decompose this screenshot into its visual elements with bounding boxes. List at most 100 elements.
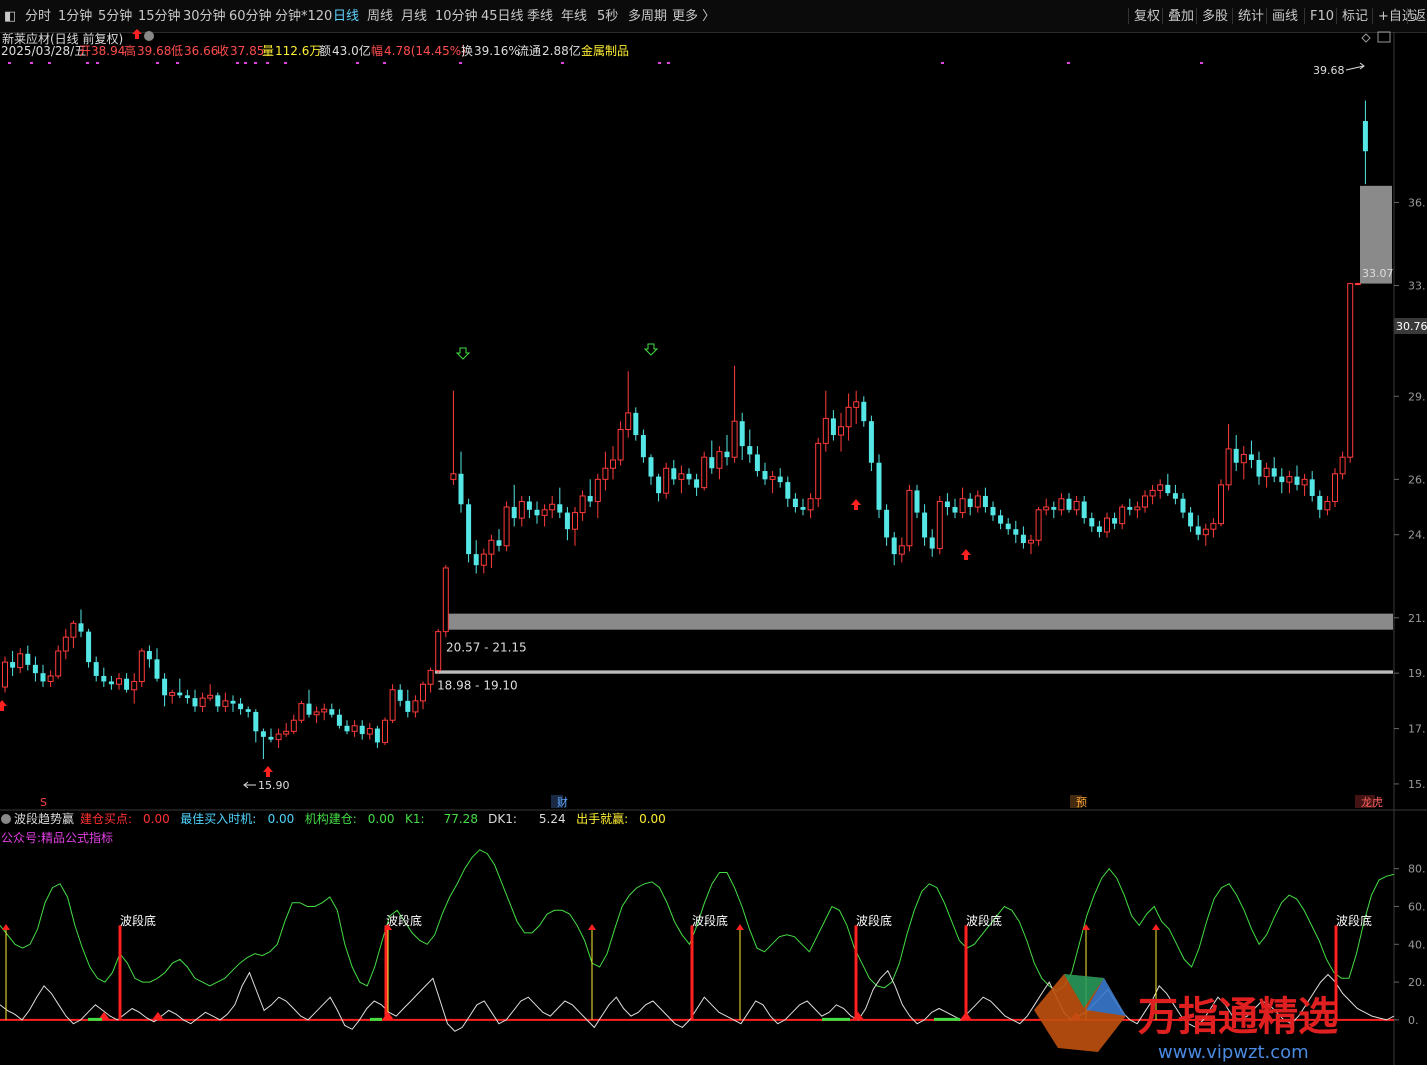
candle-body-154 (1172, 493, 1178, 499)
event-dot-12 (356, 62, 359, 64)
watermark-text: 万指通精选 (1138, 994, 1338, 1040)
header-close: 37.85 (230, 44, 264, 58)
candle-body-5 (40, 673, 46, 682)
candle-body-143 (1089, 518, 1095, 527)
signal-label-1: 波段底 (386, 913, 422, 928)
zone-label-0: 20.57 - 21.15 (446, 641, 527, 655)
green-marker-3 (934, 1017, 960, 1021)
low-price-label: 15.90 (258, 779, 290, 792)
candle-body-42 (321, 708, 328, 713)
candle-body-30 (230, 700, 236, 704)
candle-body-35 (268, 736, 274, 740)
candle-body-121 (922, 512, 928, 538)
buy-arrow-icon-2 (851, 499, 861, 510)
candle-body-15 (116, 678, 122, 685)
signal-arrow-icon-4 (1082, 924, 1090, 930)
candle-body-68 (518, 500, 525, 519)
candle-body-161 (1225, 448, 1232, 486)
event-dot-15 (561, 62, 564, 64)
candle-body-153 (1165, 484, 1171, 494)
candle-body-105 (800, 507, 806, 510)
candle-body-72 (549, 503, 556, 511)
candle-body-12 (93, 662, 99, 676)
header-float_label: 流通 (517, 44, 541, 58)
low-arrow-icon (243, 781, 256, 789)
candle-body-152 (1157, 484, 1164, 491)
header-turn_label: 换 (461, 44, 473, 58)
diamond-icon (1361, 33, 1371, 43)
indicator-collapse-icon (1, 814, 11, 824)
candle-body-23 (177, 692, 183, 696)
candle-body-10 (78, 623, 84, 632)
event-dot-1 (30, 62, 33, 64)
header-low_label: 低 (171, 44, 183, 58)
candle-body-119 (906, 489, 913, 547)
candle-body-47 (359, 725, 365, 735)
y-tick-label-4: 24. (1408, 529, 1426, 542)
event-dot-14 (459, 62, 462, 64)
candle-body-56 (427, 669, 434, 685)
candle-body-126 (959, 498, 966, 514)
signal-label-5: 波段底 (1336, 913, 1372, 928)
candle-body-51 (389, 689, 396, 721)
candle-body-41 (313, 711, 320, 716)
candle-body-22 (169, 692, 176, 696)
candle-body-34 (260, 731, 266, 737)
candle-body-124 (944, 501, 950, 508)
candle-body-141 (1073, 500, 1080, 511)
candle-body-7 (55, 650, 62, 677)
candle-body-14 (108, 681, 114, 685)
indicator-label-0: 建仓买点: (80, 812, 132, 826)
up-arrow-icon (132, 29, 142, 39)
candle-body-123 (936, 500, 943, 550)
event-dot-6 (176, 62, 179, 64)
indicator-value-2: 0.00 (368, 812, 395, 826)
candle-body-75 (572, 512, 578, 530)
candle-body-176 (1339, 456, 1346, 475)
signal-arrow-icon-5 (1152, 924, 1160, 930)
candle-body-43 (329, 709, 335, 715)
candle-body-63 (480, 553, 487, 566)
indicator-value-0: 0.00 (143, 812, 170, 826)
candle-body-96 (731, 420, 738, 458)
candle-body-147 (1119, 506, 1126, 525)
event-marker-longhu: 龙虎 (1361, 796, 1383, 809)
watermark (1034, 974, 1126, 1052)
candle-body-59 (450, 473, 457, 480)
y-tick-label-7: 33. (1408, 280, 1426, 293)
candle-body-16 (124, 678, 130, 690)
candle-body-104 (792, 498, 798, 508)
candle-body-31 (238, 703, 244, 710)
candle-body-81 (617, 429, 624, 461)
candle-body-166 (1263, 467, 1270, 478)
candle-body-178 (1354, 283, 1361, 286)
candle-body-21 (162, 678, 168, 696)
y-tick-label-1: 17. (1408, 723, 1426, 736)
candle-body-57 (435, 631, 442, 671)
y-tick-label-3: 21. (1408, 612, 1426, 625)
indicator-value-4: 5.24 (539, 812, 566, 826)
candle-body-128 (974, 495, 981, 508)
candle-body-83 (633, 412, 639, 436)
candle-body-98 (747, 446, 753, 455)
candle-body-94 (716, 451, 723, 469)
event-dot-4 (96, 62, 99, 64)
candle-body-132 (1005, 523, 1011, 530)
candle-body-1 (10, 662, 16, 668)
candle-body-156 (1188, 512, 1194, 527)
signal-arrow-icon-0 (2, 924, 10, 930)
header-vol: 112.6万 (275, 44, 321, 58)
header-low: 36.66 (184, 44, 218, 58)
candle-body-151 (1149, 489, 1156, 497)
candle-body-127 (967, 498, 973, 508)
candle-body-125 (952, 507, 958, 513)
candle-body-86 (656, 476, 662, 494)
buy-arrow-icon-0 (0, 700, 7, 711)
event-marker-yu: 预 (1076, 796, 1087, 809)
candle-body-146 (1112, 518, 1118, 524)
candle-body-171 (1301, 478, 1308, 486)
candle-body-65 (496, 540, 502, 546)
candle-body-101 (769, 476, 776, 480)
candle-body-111 (845, 406, 852, 428)
zero-triangle-icon-4 (960, 1011, 972, 1020)
